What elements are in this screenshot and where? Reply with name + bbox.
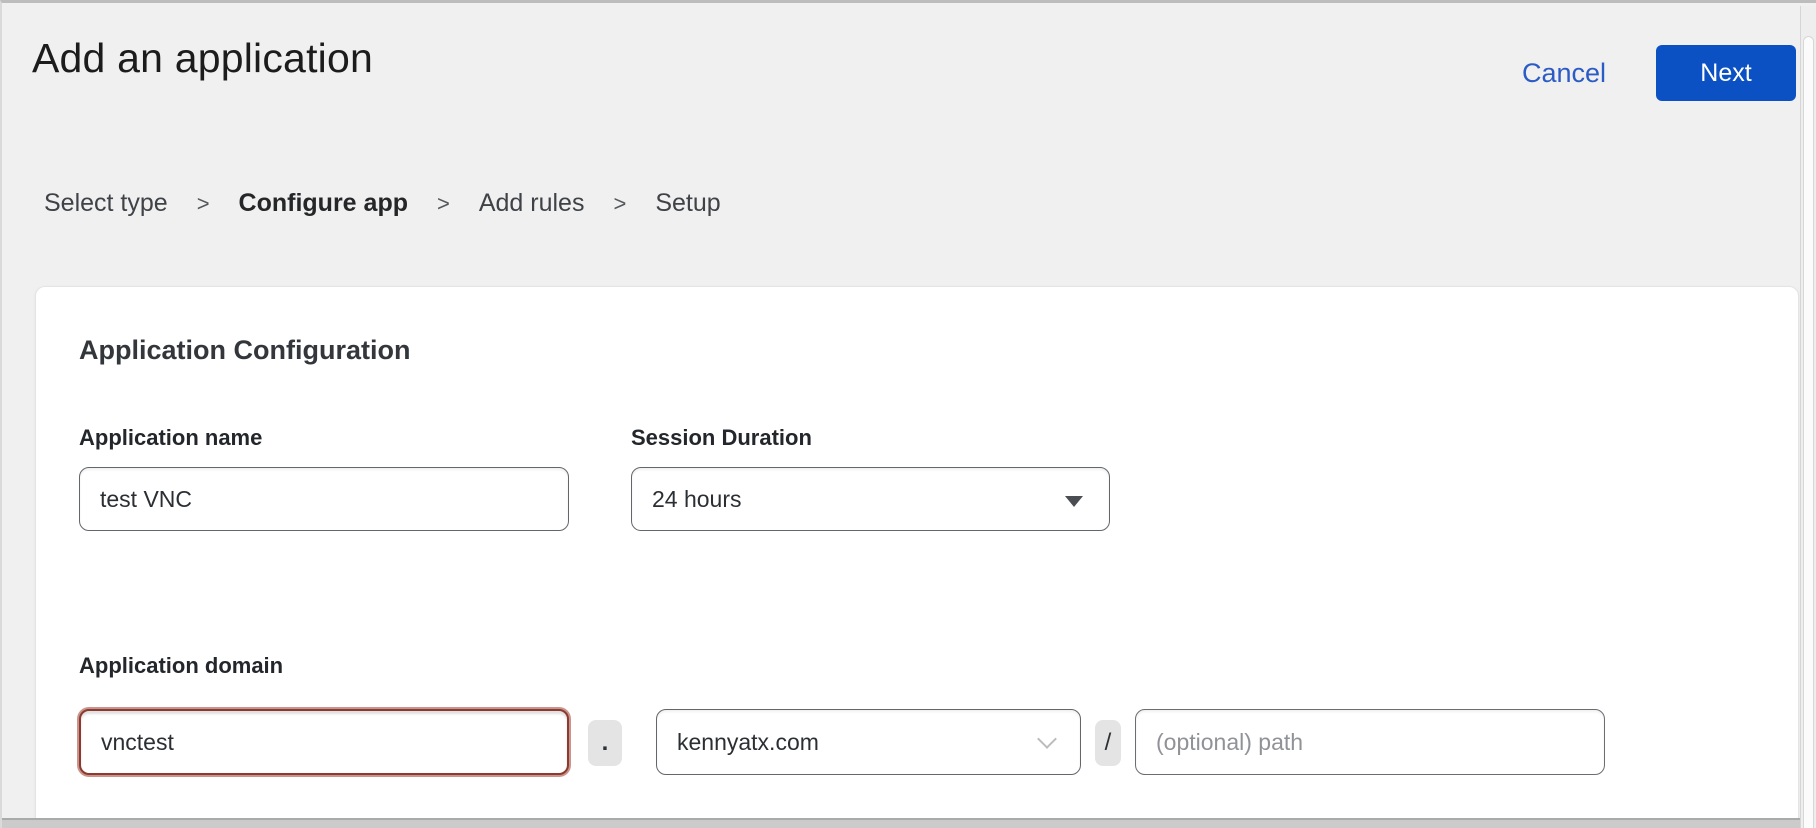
step-setup[interactable]: Setup <box>655 189 720 218</box>
chevron-down-icon <box>1037 729 1057 749</box>
next-button[interactable]: Next <box>1656 45 1796 101</box>
slash-separator: / <box>1095 720 1121 766</box>
domain-select[interactable]: kennyatx.com <box>656 709 1081 775</box>
window-bottom-edge <box>2 818 1816 828</box>
vertical-scrollbar[interactable] <box>1800 6 1816 828</box>
breadcrumb-separator: > <box>613 191 626 217</box>
page-title: Add an application <box>32 35 373 82</box>
caret-down-icon <box>1065 496 1083 507</box>
breadcrumb-separator: > <box>197 191 210 217</box>
session-duration-select[interactable]: 24 hours <box>631 467 1110 531</box>
breadcrumb: Select type > Configure app > Add rules … <box>44 189 721 218</box>
step-select-type[interactable]: Select type <box>44 189 168 218</box>
domain-value: kennyatx.com <box>677 729 819 756</box>
path-input[interactable] <box>1135 709 1605 775</box>
application-domain-label: Application domain <box>79 653 283 679</box>
step-add-rules[interactable]: Add rules <box>479 189 585 218</box>
step-configure-app[interactable]: Configure app <box>239 189 408 218</box>
header-actions: Cancel Next <box>1522 45 1796 101</box>
application-name-input[interactable] <box>79 467 569 531</box>
session-duration-value: 24 hours <box>652 486 742 513</box>
dot-separator: . <box>588 720 622 766</box>
cancel-button[interactable]: Cancel <box>1522 58 1606 89</box>
subdomain-input[interactable] <box>79 709 569 775</box>
scrollbar-thumb[interactable] <box>1803 36 1814 828</box>
breadcrumb-separator: > <box>437 191 450 217</box>
configuration-card: Application Configuration Application na… <box>35 286 1799 828</box>
application-name-label: Application name <box>79 425 262 451</box>
session-duration-label: Session Duration <box>631 425 812 451</box>
app-window: Add an application Cancel Next Select ty… <box>0 0 1816 828</box>
section-title: Application Configuration <box>79 335 410 366</box>
